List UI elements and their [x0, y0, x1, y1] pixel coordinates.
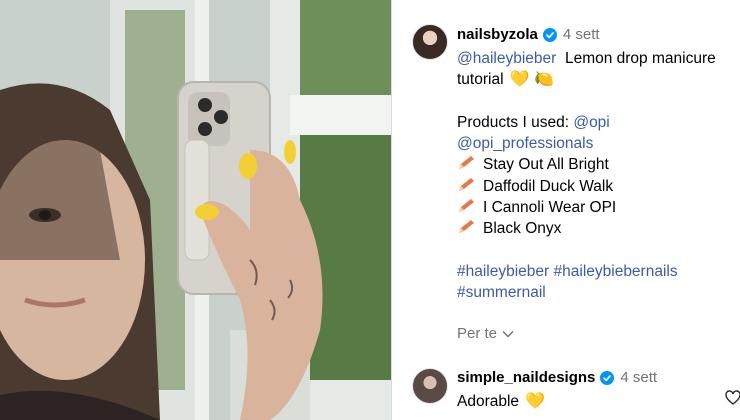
mention-opi[interactable]: @opi	[573, 114, 609, 131]
verified-badge-icon	[600, 370, 615, 385]
caption-title-line2: tutorial	[457, 71, 504, 89]
comment-header: simple_naildesigns 4 sett	[457, 369, 657, 386]
commenter-avatar[interactable]	[412, 368, 448, 404]
caption-title-line1: Lemon drop manicure	[564, 50, 716, 67]
comment-text: Adorable 💛	[457, 391, 545, 411]
translation-label: Per te	[457, 325, 498, 342]
heart-emoji: 💛	[525, 393, 546, 410]
comment-time[interactable]: 4 sett	[620, 369, 657, 386]
product-item: Stay Out All Bright	[457, 154, 735, 175]
translation-toggle[interactable]: Per te	[457, 325, 514, 342]
heart-lemon-emoji: 💛 🍋	[509, 71, 555, 89]
pencil-icon	[459, 156, 474, 170]
product-item: Daffodil Duck Walk	[457, 176, 735, 197]
post-photo[interactable]	[0, 0, 392, 420]
pencil-icon	[459, 199, 474, 213]
author-username[interactable]: nailsbyzola	[457, 26, 538, 43]
post-time[interactable]: 4 sett	[563, 26, 600, 43]
mention-opi-professionals[interactable]: @opi_professionals	[457, 135, 593, 152]
products-label: Products I used:	[457, 113, 570, 131]
mirror-selfie-image	[0, 0, 392, 420]
chevron-down-icon	[502, 330, 514, 338]
product-item: Black Onyx	[457, 218, 735, 239]
hashtags-line2[interactable]: #summernail	[457, 282, 735, 303]
pencil-icon	[459, 220, 474, 234]
post-caption-pane: nailsbyzola 4 sett @haileybieber Lemon d…	[392, 0, 740, 420]
pencil-icon	[459, 177, 474, 191]
post-caption: @haileybieber Lemon drop manicure tutori…	[457, 48, 735, 304]
hashtags-line1[interactable]: #haileybieber #haileybiebernails	[457, 261, 735, 282]
author-avatar[interactable]	[412, 24, 448, 60]
post-header: nailsbyzola 4 sett	[457, 26, 600, 43]
verified-badge-icon	[542, 27, 557, 42]
comment-body: Adorable	[457, 393, 520, 410]
commenter-username[interactable]: simple_naildesigns	[457, 369, 595, 386]
product-item: I Cannoli Wear OPI	[457, 197, 735, 218]
mention-haileybieber[interactable]: @haileybieber	[457, 50, 556, 67]
like-heart-icon[interactable]	[725, 390, 740, 406]
